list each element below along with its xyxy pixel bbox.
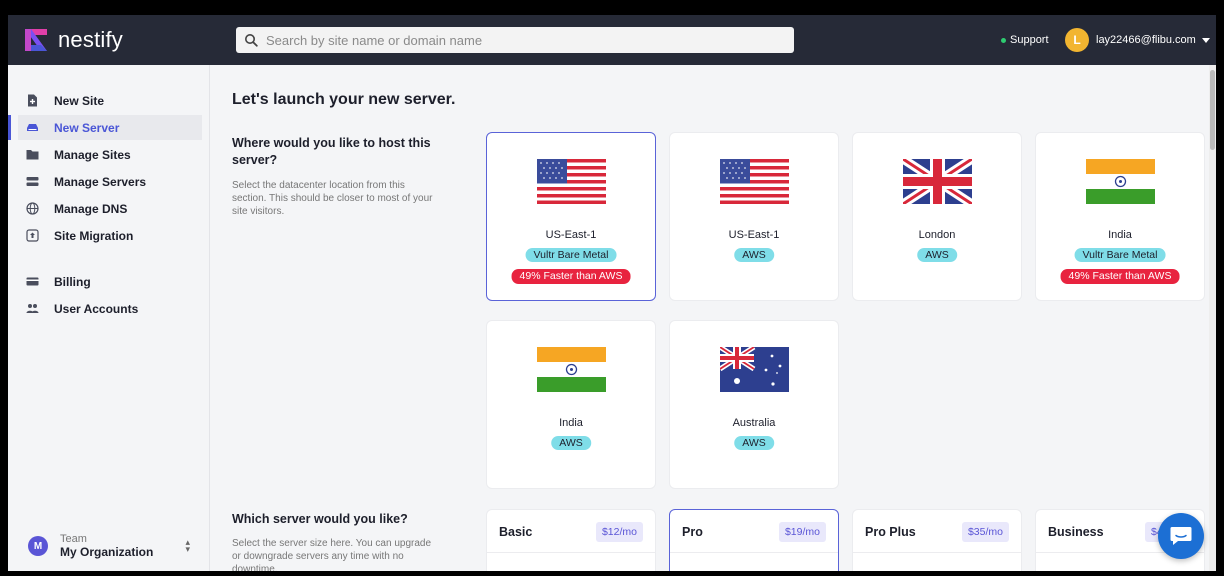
australia-flag-icon bbox=[720, 347, 789, 392]
folder-icon bbox=[26, 148, 39, 161]
sidebar-item-label: Billing bbox=[54, 274, 91, 289]
scrollbar[interactable] bbox=[1209, 65, 1216, 571]
provider-badge: Vultr Bare Metal bbox=[1074, 248, 1166, 262]
datacenter-name: Australia bbox=[732, 417, 776, 429]
speed-badge: 49% Faster than AWS bbox=[1060, 269, 1180, 284]
globe-icon bbox=[26, 202, 39, 215]
plan-card-pro-plus[interactable]: Pro Plus $35/mo bbox=[852, 509, 1022, 571]
india-flag-icon bbox=[537, 347, 606, 392]
location-section-title: Where would you like to host this server… bbox=[232, 136, 431, 167]
sidebar-item-label: User Accounts bbox=[54, 301, 139, 316]
provider-badge: AWS bbox=[734, 248, 774, 262]
datacenter-card[interactable]: India AWS bbox=[486, 320, 656, 489]
logo[interactable]: nestify bbox=[22, 26, 123, 54]
us-flag-icon bbox=[720, 159, 789, 204]
us-flag-icon bbox=[537, 159, 606, 204]
sidebar-item-site-migration[interactable]: Site Migration bbox=[18, 223, 202, 248]
plan-name: Pro Plus bbox=[865, 525, 916, 539]
team-switcher[interactable]: M Team My Organization ▴ ▾ bbox=[28, 531, 198, 561]
plan-name: Basic bbox=[499, 525, 533, 539]
chat-button[interactable] bbox=[1158, 513, 1204, 559]
plan-card-pro[interactable]: Pro $19/mo bbox=[669, 509, 839, 571]
team-org-name: My Organization bbox=[60, 545, 154, 559]
datacenter-card[interactable]: US-East-1 Vultr Bare Metal 49% Faster th… bbox=[486, 132, 656, 301]
plan-price: $35/mo bbox=[961, 522, 1009, 542]
divider bbox=[487, 552, 655, 553]
plan-name: Business bbox=[1048, 525, 1104, 539]
page-title: Let's launch your new server. bbox=[232, 91, 456, 108]
sidebar-item-label: Site Migration bbox=[54, 228, 134, 243]
card-icon bbox=[26, 275, 39, 288]
sidebar-item-user-accounts[interactable]: User Accounts bbox=[18, 296, 202, 321]
scrollbar-thumb[interactable] bbox=[1210, 70, 1215, 150]
datacenter-name: US-East-1 bbox=[545, 229, 597, 241]
support-link[interactable]: Support bbox=[1001, 34, 1049, 46]
divider bbox=[670, 552, 838, 553]
datacenter-card[interactable]: India Vultr Bare Metal 49% Faster than A… bbox=[1035, 132, 1205, 301]
chevron-up-down-icon: ▴ ▾ bbox=[185, 537, 190, 554]
chevron-down-icon bbox=[1201, 37, 1210, 43]
user-menu[interactable]: lay22466@flibu.com bbox=[1096, 34, 1210, 46]
datacenter-name: India bbox=[1108, 229, 1132, 241]
provider-badge: AWS bbox=[734, 436, 774, 450]
servers-icon bbox=[26, 175, 39, 188]
main-content: Let's launch your new server. Where woul… bbox=[210, 65, 1216, 571]
sidebar-item-label: Manage Sites bbox=[54, 147, 131, 162]
user-email: lay22466@flibu.com bbox=[1096, 34, 1196, 46]
sidebar-item-manage-dns[interactable]: Manage DNS bbox=[18, 196, 202, 221]
search-input[interactable] bbox=[266, 32, 786, 48]
app-window: nestify Support L lay22466@flibu.com New… bbox=[8, 15, 1216, 571]
sidebar-item-billing[interactable]: Billing bbox=[18, 269, 202, 294]
plan-price: $19/mo bbox=[778, 522, 826, 542]
users-icon bbox=[26, 302, 39, 315]
sidebar-item-manage-sites[interactable]: Manage Sites bbox=[18, 142, 202, 167]
sidebar-item-label: Manage Servers bbox=[54, 174, 147, 189]
plan-name: Pro bbox=[682, 525, 703, 539]
india-flag-icon bbox=[1086, 159, 1155, 204]
sidebar-item-label: Manage DNS bbox=[54, 201, 128, 216]
datacenter-name: India bbox=[559, 417, 583, 429]
app-name: nestify bbox=[58, 27, 123, 52]
divider bbox=[853, 552, 1021, 553]
plan-card-basic[interactable]: Basic $12/mo bbox=[486, 509, 656, 571]
datacenter-card[interactable]: Australia AWS bbox=[669, 320, 839, 489]
location-section-description: Select the datacenter location from this… bbox=[232, 180, 433, 217]
support-label: Support bbox=[1010, 34, 1049, 46]
migration-icon bbox=[26, 229, 39, 242]
plan-price: $12/mo bbox=[595, 522, 643, 542]
server-icon bbox=[26, 121, 39, 134]
team-info: Team My Organization bbox=[60, 533, 153, 559]
provider-badge: Vultr Bare Metal bbox=[525, 248, 617, 262]
sidebar-item-label: New Server bbox=[54, 120, 120, 135]
top-bar: nestify Support L lay22466@flibu.com bbox=[8, 15, 1216, 65]
datacenter-name: London bbox=[918, 229, 956, 241]
plan-section-title: Which server would you like? bbox=[232, 512, 408, 526]
uk-flag-icon bbox=[903, 159, 972, 204]
new-site-icon bbox=[26, 94, 39, 107]
sidebar-item-label: New Site bbox=[54, 93, 105, 108]
chat-bubble-icon bbox=[1170, 527, 1192, 545]
datacenter-name: US-East-1 bbox=[728, 229, 780, 241]
nestify-logo-icon bbox=[22, 26, 50, 54]
sidebar-item-new-server[interactable]: New Server bbox=[8, 115, 202, 140]
provider-badge: AWS bbox=[551, 436, 591, 450]
speed-badge: 49% Faster than AWS bbox=[511, 269, 631, 284]
plan-section-description: Select the server size here. You can upg… bbox=[232, 538, 432, 571]
user-avatar[interactable]: L bbox=[1065, 28, 1089, 52]
sidebar: New Site New Server Manage Sites Manage … bbox=[8, 65, 210, 571]
sidebar-item-manage-servers[interactable]: Manage Servers bbox=[18, 169, 202, 194]
online-status-dot bbox=[1001, 37, 1006, 43]
search-bar[interactable] bbox=[236, 27, 794, 53]
provider-badge: AWS bbox=[917, 248, 957, 262]
datacenter-card[interactable]: US-East-1 AWS bbox=[669, 132, 839, 301]
datacenter-card[interactable]: London AWS bbox=[852, 132, 1022, 301]
sidebar-item-new-site[interactable]: New Site bbox=[18, 88, 202, 113]
search-icon bbox=[245, 34, 258, 47]
team-avatar: M bbox=[28, 536, 48, 556]
